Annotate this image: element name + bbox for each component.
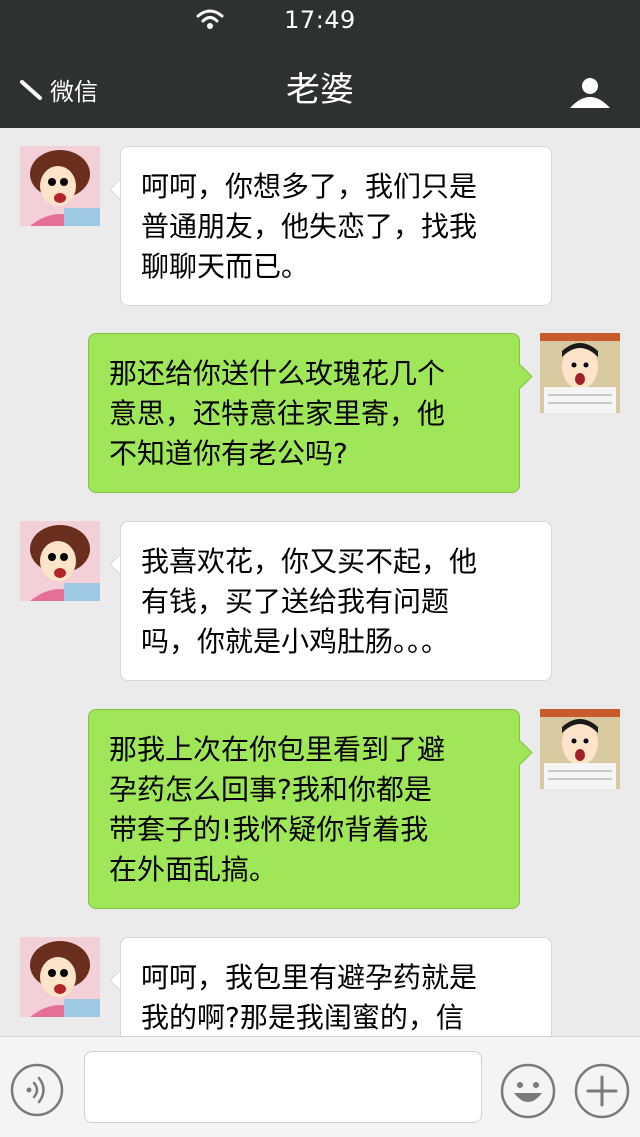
- message-line: 呵呵，你想多了，我们只是: [141, 170, 478, 203]
- status-time: 17:49: [284, 6, 356, 34]
- message-line: 呵呵，我包里有避孕药就是: [141, 961, 478, 994]
- husband-avatar[interactable]: [540, 333, 620, 413]
- chat-title: 老婆: [286, 70, 354, 110]
- message-line: 那还给你送什么玫瑰花几个: [109, 357, 446, 390]
- message-line: 聊聊天而已。: [141, 250, 310, 283]
- wife-avatar[interactable]: [20, 937, 100, 1017]
- message-bubble[interactable]: 呵呵，你想多了，我们只是 普通朋友，他失恋了，找我 聊聊天而已。: [120, 146, 552, 306]
- message-line: 我的啊?那是我闺蜜的，信: [141, 1001, 464, 1034]
- message-bubble[interactable]: 那还给你送什么玫瑰花几个 意思，还特意往家里寄，他 不知道你有老公吗?: [88, 333, 520, 493]
- wife-avatar[interactable]: [20, 521, 100, 601]
- message-bubble[interactable]: 那我上次在你包里看到了避 孕药怎么回事?我和你都是 带套子的!我怀疑你背着我 在…: [88, 709, 520, 909]
- message-bubble[interactable]: 我喜欢花，你又买不起，他 有钱，买了送给我有问题 吗，你就是小鸡肚肠。。。: [120, 521, 552, 681]
- message-line: 带套子的!我怀疑你背着我: [109, 813, 429, 846]
- emoji-icon[interactable]: [500, 1063, 556, 1119]
- nav-header: 17:49 微信 老婆: [0, 0, 640, 128]
- message-line: 不知道你有老公吗?: [109, 437, 348, 470]
- message-line: 孕药怎么回事?我和你都是: [109, 773, 432, 806]
- person-icon[interactable]: [566, 76, 614, 112]
- message-line: 我喜欢花，你又买不起，他: [141, 545, 478, 578]
- message-line: 意思，还特意往家里寄，他: [109, 397, 446, 430]
- input-bar: [0, 1036, 640, 1137]
- plus-icon[interactable]: [574, 1063, 630, 1119]
- message-line: 普通朋友，他失恋了，找我: [141, 210, 478, 243]
- message-line: 在外面乱搞。: [109, 853, 278, 886]
- husband-avatar[interactable]: [540, 709, 620, 789]
- message-line: 那我上次在你包里看到了避: [109, 733, 446, 766]
- message-line: 吗，你就是小鸡肚肠。。。: [141, 625, 450, 658]
- message-input[interactable]: [84, 1051, 482, 1123]
- wife-avatar[interactable]: [20, 146, 100, 226]
- message-bubble[interactable]: 呵呵，我包里有避孕药就是 我的啊?那是我闺蜜的，信: [120, 937, 552, 1036]
- message-list[interactable]: 呵呵，你想多了，我们只是 普通朋友，他失恋了，找我 聊聊天而已。 那还给你送什么…: [0, 128, 640, 1036]
- message-line: 有钱，买了送给我有问题: [141, 585, 450, 618]
- voice-icon[interactable]: [10, 1063, 64, 1117]
